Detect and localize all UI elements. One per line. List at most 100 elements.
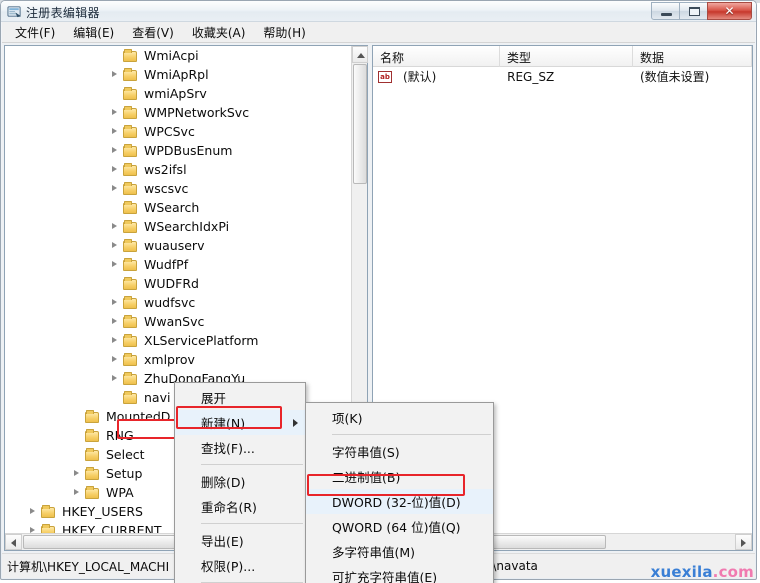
values-scroll-right-button[interactable] [735,534,752,550]
value-name: (默认) [403,70,437,84]
tree-item-ws2ifsl[interactable]: ws2ifsl [5,160,351,179]
expand-arrow-icon[interactable] [109,255,122,274]
new-key[interactable]: 项(K) [306,405,493,430]
expand-arrow-icon[interactable] [109,312,122,331]
new-multi-string[interactable]: 多字符串值(M) [306,539,493,564]
new-expandable-string[interactable]: 可扩充字符串值(E) [306,564,493,583]
expand-arrow-icon[interactable] [109,103,122,122]
title-bar[interactable]: 注册表编辑器 ✕ [1,1,756,22]
tree-scroll-thumb[interactable] [353,64,367,184]
window-title: 注册表编辑器 [26,6,100,20]
folder-icon [122,86,140,101]
key-context-menu[interactable]: 展开新建(N)查找(F)...删除(D)重命名(R)导出(E)权限(P)...复… [174,382,306,583]
menu-favorites[interactable]: 收藏夹(A) [183,22,255,43]
folder-icon [122,371,140,386]
tree-item-wpdbusenum[interactable]: WPDBusEnum [5,141,351,160]
new-dword-value[interactable]: DWORD (32-位)值(D) [306,489,493,514]
expand-arrow-icon[interactable] [109,236,122,255]
expand-arrow-icon[interactable] [109,331,122,350]
expand-arrow-icon[interactable] [109,369,122,388]
tree-item-wsearchidxpi[interactable]: WSearchIdxPi [5,217,351,236]
values-header: 名称 类型 数据 [373,46,752,67]
expand-arrow-icon[interactable] [109,293,122,312]
menu-item-label: 新建(N) [201,416,246,431]
tree-item-wudfpf[interactable]: WudfPf [5,255,351,274]
tree-item-xlserviceplatform[interactable]: XLServicePlatform [5,331,351,350]
tree-item-wudfrd[interactable]: WUDFRd [5,274,351,293]
expand-arrow-icon[interactable] [109,179,122,198]
folder-icon [122,162,140,177]
tree-item-wwansvc[interactable]: WwanSvc [5,312,351,331]
minimize-button[interactable] [651,2,680,20]
menu-view[interactable]: 查看(V) [123,22,183,43]
tree-item-wudfsvc[interactable]: wudfsvc [5,293,351,312]
tree-item-label: navi [144,390,171,405]
folder-icon [122,276,140,291]
ctx-expand[interactable]: 展开 [175,385,305,410]
expand-arrow-icon[interactable] [71,464,84,483]
new-submenu[interactable]: 项(K) 字符串值(S) 二进制值(B) DWORD (32-位)值(D) QWORD … [305,402,494,583]
tree-item-label: RNG [106,428,134,443]
ctx-export[interactable]: 导出(E) [175,528,305,553]
tree-item-label: ws2ifsl [144,162,187,177]
menu-separator [332,434,491,435]
tree-item-label: wudfsvc [144,295,196,310]
tree-item-label: WSearch [144,200,200,215]
column-data[interactable]: 数据 [633,46,752,67]
ctx-delete[interactable]: 删除(D) [175,469,305,494]
tree-item-wuauserv[interactable]: wuauserv [5,236,351,255]
expand-arrow-icon[interactable] [109,65,122,84]
expand-arrow-icon[interactable] [109,160,122,179]
tree-scroll-up-button[interactable] [352,46,368,63]
value-row[interactable]: ab (默认) REG_SZ (数值未设置) [373,67,752,86]
menu-edit[interactable]: 编辑(E) [64,22,123,43]
chevron-up-icon [357,53,365,58]
ctx-permissions[interactable]: 权限(P)... [175,553,305,578]
tree-item-wmiaprpl[interactable]: WmiApRpl [5,65,351,84]
folder-icon [122,200,140,215]
expand-arrow-icon[interactable] [109,141,122,160]
column-type[interactable]: 类型 [500,46,633,67]
tree-item-wsearch[interactable]: WSearch [5,198,351,217]
expand-arrow-icon[interactable] [27,521,40,533]
tree-scroll-left-button[interactable] [5,534,22,550]
expand-arrow-icon[interactable] [109,217,122,236]
tree-item-label: WPCSvc [144,124,195,139]
ctx-rename[interactable]: 重命名(R) [175,494,305,519]
tree-item-label: WPDBusEnum [144,143,233,158]
expand-arrow-icon[interactable] [71,483,84,502]
column-name[interactable]: 名称 [373,46,500,67]
ctx-find[interactable]: 查找(F)... [175,435,305,460]
menu-item-label: 可扩充字符串值(E) [332,570,438,583]
tree-item-wpcsvc[interactable]: WPCSvc [5,122,351,141]
expand-arrow-icon[interactable] [109,350,122,369]
tree-item-xmlprov[interactable]: xmlprov [5,350,351,369]
tree-item-wmpnetworksvc[interactable]: WMPNetworkSvc [5,103,351,122]
tree-item-wscsvc[interactable]: wscsvc [5,179,351,198]
ctx-new[interactable]: 新建(N) [175,410,305,435]
expand-arrow-icon[interactable] [109,122,122,141]
maximize-button[interactable] [679,2,708,20]
folder-icon [122,124,140,139]
expand-arrow-icon[interactable] [27,502,40,521]
tree-item-label: WudfPf [144,257,189,272]
tree-item-label: xmlprov [144,352,195,367]
tree-item-wmiacpi[interactable]: WmiAcpi [5,46,351,65]
new-qword-value[interactable]: QWORD (64 位)值(Q) [306,514,493,539]
close-button[interactable]: ✕ [707,2,752,20]
folder-icon [122,238,140,253]
menu-help[interactable]: 帮助(H) [254,22,314,43]
new-string-value[interactable]: 字符串值(S) [306,439,493,464]
tree-item-wmiapsrv[interactable]: wmiApSrv [5,84,351,103]
new-binary-value[interactable]: 二进制值(B) [306,464,493,489]
menu-file[interactable]: 文件(F) [6,22,64,43]
